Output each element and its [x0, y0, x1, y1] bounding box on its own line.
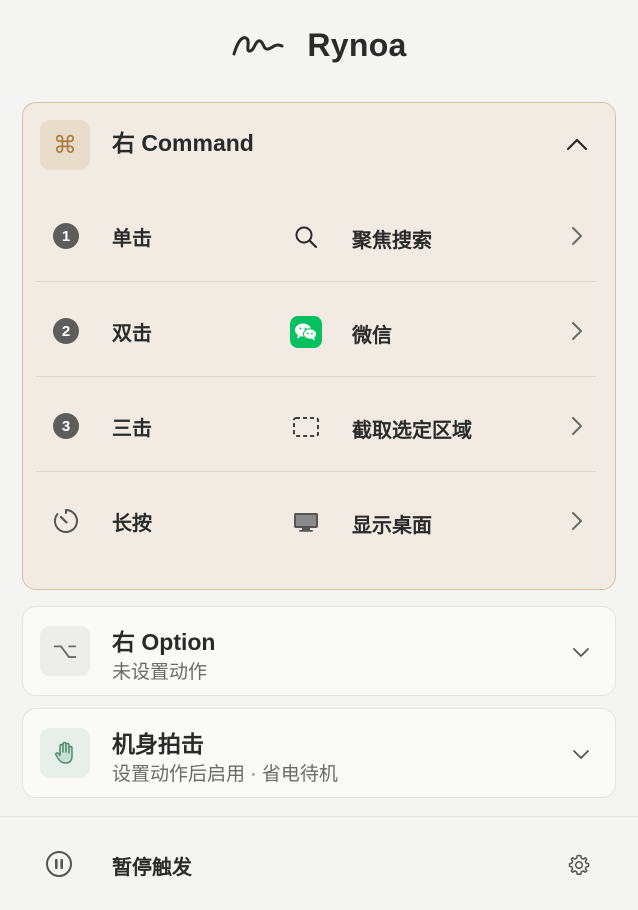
gesture-list: 1 单击 聚焦搜索 2 双击 微信 3 三击 截取选定区域 长按 显示桌面 — [36, 187, 596, 567]
search-icon — [289, 220, 323, 254]
key-card-right-option[interactable]: ⌥ 右 Option 未设置动作 — [22, 606, 616, 696]
gesture-label: 长按 — [112, 513, 152, 535]
screenshot-region-icon — [289, 410, 323, 444]
action-label: 截取选定区域 — [352, 420, 472, 442]
chevron-right-icon — [566, 415, 588, 437]
chevron-right-icon — [566, 320, 588, 342]
number-one-icon: 1 — [52, 222, 80, 250]
gesture-label: 单击 — [112, 228, 152, 250]
action-label: 微信 — [352, 325, 392, 347]
number-badge: 1 — [53, 223, 79, 249]
key-card-subtitle: 设置动作后启用 · 省电待机 — [112, 764, 338, 785]
chevron-up-icon[interactable] — [565, 133, 589, 157]
app-title: Rynoa — [307, 26, 407, 63]
chevron-right-icon — [566, 510, 588, 532]
number-badge: 2 — [53, 318, 79, 344]
gesture-label: 双击 — [112, 323, 152, 345]
gesture-row-single-click[interactable]: 1 单击 聚焦搜索 — [36, 187, 596, 282]
chevron-down-icon[interactable] — [569, 742, 593, 766]
key-card-title: 机身拍击 — [112, 731, 204, 757]
gesture-label: 三击 — [112, 418, 152, 440]
chevron-right-icon — [566, 225, 588, 247]
app-window: Rynoa ⌘ 右 Command 1 单击 聚焦搜索 2 双击 微信 3 三击… — [0, 0, 638, 910]
timer-icon — [52, 507, 80, 535]
gear-icon[interactable] — [566, 852, 592, 878]
gesture-row-triple-click[interactable]: 3 三击 截取选定区域 — [36, 377, 596, 472]
wechat-icon — [289, 315, 323, 349]
app-header: Rynoa — [0, 20, 638, 70]
key-card-title: 右 Command — [112, 130, 254, 156]
action-label: 聚焦搜索 — [352, 230, 432, 252]
command-key-icon: ⌘ — [40, 120, 90, 170]
pause-trigger-button[interactable]: 暂停触发 — [112, 851, 192, 880]
key-card-right-command: ⌘ 右 Command 1 单击 聚焦搜索 2 双击 微信 3 三击 截取选定区… — [22, 102, 616, 590]
key-card-body-tap[interactable]: 机身拍击 设置动作后启用 · 省电待机 — [22, 708, 616, 798]
pause-icon[interactable] — [44, 849, 74, 879]
number-three-icon: 3 — [52, 412, 80, 440]
number-two-icon: 2 — [52, 317, 80, 345]
footer-bar: 暂停触发 — [0, 816, 638, 910]
hand-icon — [40, 728, 90, 778]
desktop-icon — [289, 505, 323, 539]
option-key-icon: ⌥ — [40, 626, 90, 676]
key-card-title: 右 Option — [112, 629, 216, 655]
number-badge: 3 — [53, 413, 79, 439]
chevron-down-icon[interactable] — [569, 640, 593, 664]
key-card-subtitle: 未设置动作 — [112, 662, 208, 683]
signature-logo-icon — [232, 36, 284, 56]
gesture-row-double-click[interactable]: 2 双击 微信 — [36, 282, 596, 377]
action-label: 显示桌面 — [352, 515, 432, 537]
gesture-row-long-press[interactable]: 长按 显示桌面 — [36, 472, 596, 567]
